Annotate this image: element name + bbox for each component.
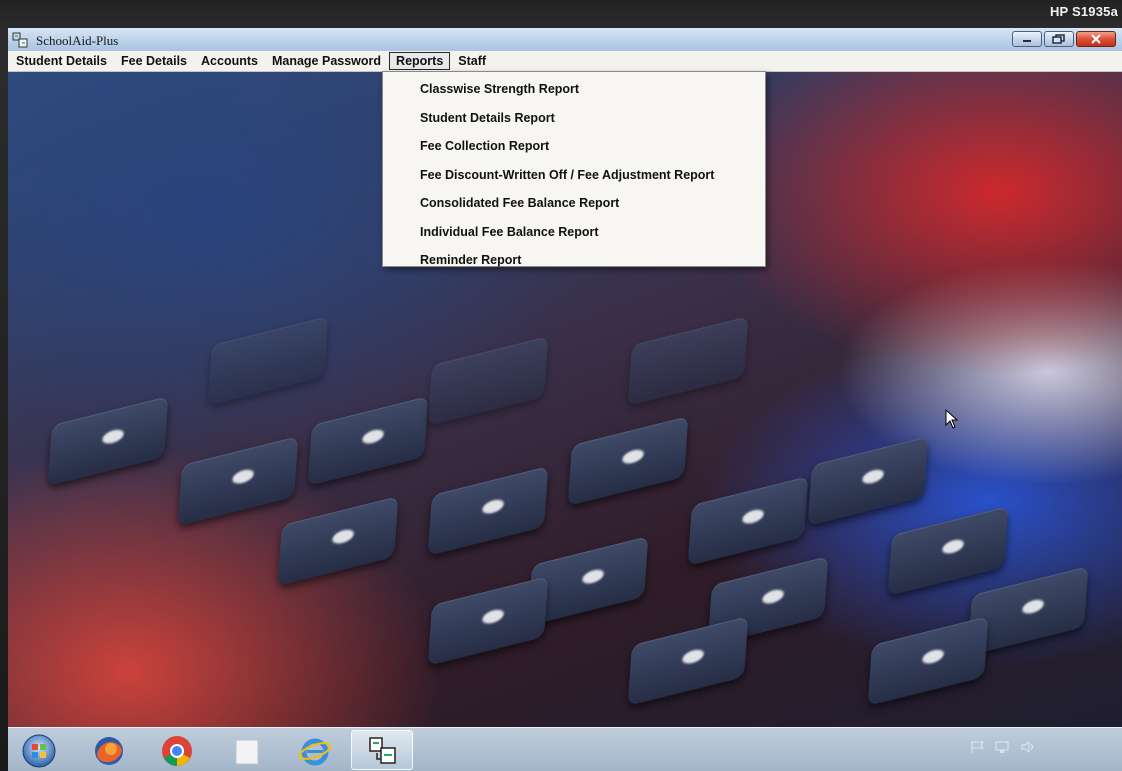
- window-controls: [1012, 31, 1116, 48]
- wallpaper-key: [567, 416, 689, 506]
- menu-fee-details[interactable]: Fee Details: [115, 53, 193, 69]
- menu-item-fee-collection-report[interactable]: Fee Collection Report: [383, 132, 765, 161]
- wallpaper-key: [627, 316, 749, 406]
- menu-item-fee-discount-report[interactable]: Fee Discount-Written Off / Fee Adjustmen…: [383, 161, 765, 190]
- menu-staff[interactable]: Staff: [452, 53, 492, 69]
- wallpaper-key: [47, 396, 169, 486]
- window-title: SchoolAid-Plus: [36, 33, 119, 48]
- wallpaper-key: [687, 476, 809, 566]
- screen: SchoolAid-Plus Student Details Fee Detai…: [8, 28, 1122, 771]
- menu-item-classwise-strength-report[interactable]: Classwise Strength Report: [383, 75, 765, 104]
- taskbar: [8, 727, 1122, 771]
- monitor-bezel: HP S1935a SchoolAid-Plus Student Details…: [0, 0, 1122, 771]
- menu-bar: Student Details Fee Details Accounts Man…: [8, 51, 1122, 72]
- wallpaper-key: [307, 396, 429, 486]
- close-icon: [1091, 34, 1101, 44]
- menu-reports[interactable]: Reports: [389, 52, 451, 70]
- menu-item-individual-fee-balance-report[interactable]: Individual Fee Balance Report: [383, 218, 765, 247]
- taskbar-active-app[interactable]: [351, 730, 413, 770]
- menu-item-reminder-report[interactable]: Reminder Report: [383, 246, 765, 275]
- close-button[interactable]: [1076, 31, 1116, 47]
- restore-icon: [1052, 34, 1065, 44]
- minimize-button[interactable]: [1012, 31, 1042, 47]
- chrome-icon[interactable]: [160, 734, 194, 768]
- windows-start-icon[interactable]: [22, 734, 56, 768]
- menu-manage-password[interactable]: Manage Password: [266, 53, 387, 69]
- firefox-icon[interactable]: [92, 734, 126, 768]
- minimize-icon: [1023, 40, 1031, 42]
- file-explorer-icon[interactable]: [230, 734, 264, 768]
- menu-item-student-details-report[interactable]: Student Details Report: [383, 104, 765, 133]
- internet-explorer-icon[interactable]: [298, 734, 332, 768]
- menu-item-consolidated-fee-balance-report[interactable]: Consolidated Fee Balance Report: [383, 189, 765, 218]
- monitor-model-label: HP S1935a: [1049, 4, 1118, 19]
- menu-accounts[interactable]: Accounts: [195, 53, 264, 69]
- schoolaid-app-icon: [369, 737, 396, 764]
- wallpaper-key: [427, 466, 549, 556]
- app-icon: [12, 32, 28, 48]
- wallpaper-key: [627, 616, 749, 706]
- network-icon[interactable]: [994, 740, 1012, 754]
- reports-dropdown-menu: Classwise Strength Report Student Detail…: [382, 71, 766, 267]
- volume-icon[interactable]: [1020, 740, 1036, 754]
- wallpaper-key: [427, 336, 549, 426]
- mouse-cursor-icon: [945, 409, 959, 429]
- system-tray: [970, 740, 1036, 754]
- menu-student-details[interactable]: Student Details: [8, 53, 113, 69]
- window-titlebar[interactable]: SchoolAid-Plus: [8, 28, 1122, 52]
- wallpaper-key: [427, 576, 549, 666]
- wallpaper-key: [887, 506, 1009, 596]
- flag-icon[interactable]: [970, 740, 986, 754]
- wallpaper-key: [177, 436, 299, 526]
- wallpaper-key: [277, 496, 399, 586]
- wallpaper-key: [807, 436, 929, 526]
- wallpaper-key: [207, 316, 329, 406]
- restore-button[interactable]: [1044, 31, 1074, 47]
- wallpaper-key: [867, 616, 989, 706]
